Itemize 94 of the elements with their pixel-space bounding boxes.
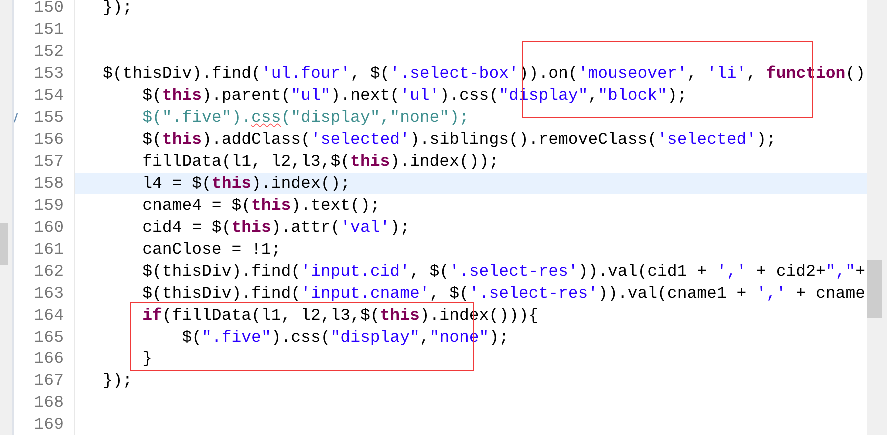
code-token: 'val' xyxy=(340,218,390,237)
code-token: this xyxy=(162,130,202,150)
line-number: 169 xyxy=(20,414,75,435)
code-token: , $( xyxy=(430,284,470,303)
code-token: 'input.cid' xyxy=(301,262,410,281)
code-token: this xyxy=(350,152,390,172)
line-number: 164 xyxy=(20,304,75,326)
code-token: "," xyxy=(826,262,856,281)
code-token: '.select-res' xyxy=(469,284,598,303)
code-token: , $( xyxy=(350,64,390,84)
code-token: $(".five"). xyxy=(142,108,252,128)
code-token-warning: css xyxy=(252,108,282,128)
scrollbar-thumb[interactable] xyxy=(0,223,8,265)
code-token: ).attr( xyxy=(271,218,341,237)
code-token: l4 = $( xyxy=(142,174,212,193)
code-token: $(thisDiv).find( xyxy=(142,262,302,281)
line-number: 156 xyxy=(20,128,75,151)
code-token: ).siblings().removeClass( xyxy=(410,130,658,150)
code-token: this xyxy=(212,174,252,193)
code-token: 'selected' xyxy=(658,130,757,150)
code-token: $(thisDiv).find( xyxy=(103,64,262,84)
line-number: 163 xyxy=(20,282,75,304)
line-number: 151 xyxy=(20,18,75,41)
code-token: ',' xyxy=(716,262,747,281)
code-token: ".five" xyxy=(202,328,272,347)
code-token: $( xyxy=(181,328,202,347)
scrollbar-thumb[interactable] xyxy=(867,260,882,318)
code-token: , xyxy=(588,86,598,106)
code-token: '.select-res' xyxy=(450,262,578,281)
code-token: this xyxy=(232,218,272,237)
line-number: 157 xyxy=(20,150,75,172)
line-number: 160 xyxy=(20,216,75,238)
code-token: )).val(cname1 + xyxy=(598,284,748,303)
code-token: + xyxy=(856,262,866,281)
code-token: '.select-box' xyxy=(390,64,519,84)
code-token: (fillData(l1, l2,l3,$( xyxy=(162,306,380,325)
code-token: $(thisDiv).find( xyxy=(142,284,302,303)
code-token: ).parent( xyxy=(202,86,292,106)
code-token: canClose = !1; xyxy=(142,240,282,259)
code-token: ).index()); xyxy=(390,152,500,172)
code-token: ).index(); xyxy=(252,174,351,193)
code-token: () xyxy=(846,64,866,84)
code-token: }); xyxy=(103,0,133,18)
code-token: ).css( xyxy=(440,86,500,106)
code-token: this xyxy=(162,86,202,106)
line-number: 162 xyxy=(20,260,75,282)
line-number: 155 xyxy=(20,106,75,129)
code-token: ).css( xyxy=(271,328,331,347)
line-number: 153 xyxy=(20,62,75,85)
code-token: )).val(cid1 + xyxy=(578,262,708,281)
line-number: 168 xyxy=(20,392,75,414)
code-token: 'li' xyxy=(707,64,747,84)
code-token: 'ul' xyxy=(400,86,440,106)
code-token: , $( xyxy=(410,262,450,281)
code-token: if xyxy=(142,306,162,325)
line-number: 166 xyxy=(20,348,75,370)
code-token: this xyxy=(252,196,292,215)
code-token: $( xyxy=(142,86,162,106)
code-token: "block" xyxy=(598,86,668,106)
code-token: 'selected' xyxy=(310,130,410,150)
code-token: + cid2+ xyxy=(756,262,826,281)
code-token: ); xyxy=(667,86,688,106)
code-token: "display" xyxy=(330,328,420,347)
code-token: ).next( xyxy=(330,86,400,106)
line-number: 152 xyxy=(20,40,75,63)
code-token: , xyxy=(420,328,430,347)
code-token: fillData(l1, l2,l3,$( xyxy=(142,152,351,172)
code-token: , xyxy=(746,64,758,84)
code-token: cname4 = $( xyxy=(142,196,252,215)
code-token: this xyxy=(380,306,420,325)
code-token: ).text(); xyxy=(291,196,380,215)
code-token: + cname xyxy=(795,284,866,303)
code-token: ("display","none"); xyxy=(281,108,470,128)
code-token: "ul" xyxy=(291,86,331,106)
line-number: 159 xyxy=(20,194,75,216)
line-number: 165 xyxy=(20,326,75,348)
line-number: 161 xyxy=(20,238,75,260)
line-number: 154 xyxy=(20,84,75,107)
code-token: 'ul.four' xyxy=(261,64,351,84)
line-number: 150 xyxy=(20,0,75,19)
code-token: ).addClass( xyxy=(202,130,311,150)
line-number: 167 xyxy=(20,370,75,392)
code-token: $( xyxy=(142,130,162,150)
code-token: } xyxy=(142,349,153,368)
code-token: 'input.cname' xyxy=(301,284,430,303)
code-token: ); xyxy=(390,218,410,237)
scrollbar-track[interactable] xyxy=(867,0,887,435)
code-token: ',' xyxy=(756,284,786,303)
code-token: 'mouseover' xyxy=(578,64,688,84)
code-token: , xyxy=(687,64,698,84)
code-token: cid4 = $( xyxy=(142,218,232,237)
code-token: }); xyxy=(103,371,133,390)
code-token: ); xyxy=(489,328,510,347)
code-token: ); xyxy=(756,130,776,150)
